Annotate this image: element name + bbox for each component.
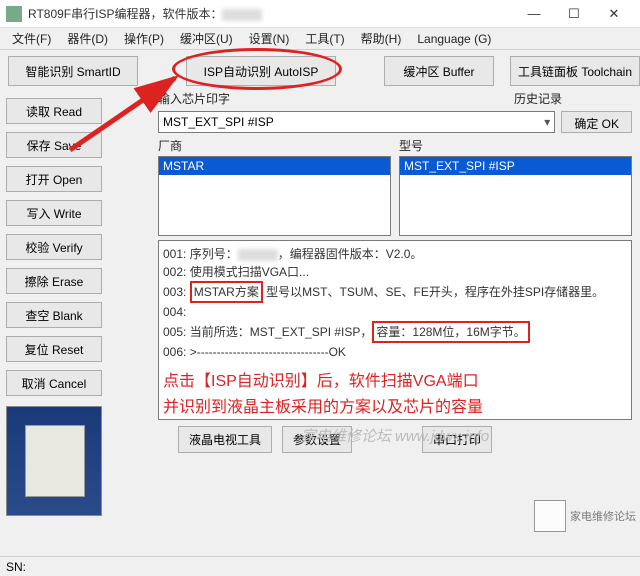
erase-button[interactable]: 擦除 Erase — [6, 268, 102, 294]
model-item[interactable]: MST_EXT_SPI #ISP — [400, 157, 631, 175]
model-label: 型号 — [399, 137, 632, 154]
qr-overlay: 家电维修论坛 — [534, 500, 636, 532]
toolchain-button[interactable]: 工具链面板 Toolchain — [510, 56, 640, 86]
smartid-button[interactable]: 智能识别 SmartID — [8, 56, 138, 86]
menu-settings[interactable]: 设置(N) — [241, 28, 298, 49]
window-title: RT809F串行ISP编程器，软件版本： — [28, 5, 514, 22]
reset-button[interactable]: 复位 Reset — [6, 336, 102, 362]
highlight-capacity: 容量：128M位，16M字节。 — [372, 321, 529, 343]
vendor-listbox[interactable]: MSTAR — [158, 156, 391, 236]
qr-icon — [534, 500, 566, 532]
open-button[interactable]: 打开 Open — [6, 166, 102, 192]
cancel-button[interactable]: 取消 Cancel — [6, 370, 102, 396]
log-area[interactable]: 001: 序列号：，编程器固件版本：V2.0。 002: 使用模式扫描VGA口.… — [158, 240, 632, 420]
statusbar: SN: — [0, 556, 640, 576]
vendor-label: 厂商 — [158, 137, 391, 154]
vendor-item[interactable]: MSTAR — [159, 157, 390, 175]
menu-device[interactable]: 器件(D) — [59, 28, 116, 49]
chip-input-label: 输入芯片印字 — [158, 90, 230, 107]
close-button[interactable]: ✕ — [594, 0, 634, 28]
annotation-text: 点击【ISP自动识别】后，软件扫描VGA端口 并识别到液晶主板采用的方案以及芯片… — [163, 369, 627, 420]
menu-file[interactable]: 文件(F) — [4, 28, 59, 49]
app-icon — [6, 6, 22, 22]
menubar: 文件(F) 器件(D) 操作(P) 缓冲区(U) 设置(N) 工具(T) 帮助(… — [0, 28, 640, 50]
write-button[interactable]: 写入 Write — [6, 200, 102, 226]
menu-tools[interactable]: 工具(T) — [297, 28, 352, 49]
watermark: 家电维修论坛 www.jdwx.info — [163, 426, 627, 449]
chip-combo[interactable]: MST_EXT_SPI #ISP — [158, 111, 555, 133]
read-button[interactable]: 读取 Read — [6, 98, 102, 124]
model-listbox[interactable]: MST_EXT_SPI #ISP — [399, 156, 632, 236]
menu-buffer[interactable]: 缓冲区(U) — [172, 28, 241, 49]
menu-help[interactable]: 帮助(H) — [353, 28, 410, 49]
device-photo — [6, 406, 102, 516]
autoisp-button[interactable]: ISP自动识别 AutoISP — [186, 56, 336, 86]
minimize-button[interactable]: — — [514, 0, 554, 28]
menu-language[interactable]: Language (G) — [409, 30, 499, 48]
maximize-button[interactable]: ☐ — [554, 0, 594, 28]
status-sn: SN: — [6, 560, 26, 574]
history-label: 历史记录 — [514, 90, 562, 107]
titlebar: RT809F串行ISP编程器，软件版本： — ☐ ✕ — [0, 0, 640, 28]
highlight-vendor: MSTAR方案 — [190, 281, 263, 303]
ok-button[interactable]: 确定 OK — [561, 111, 632, 133]
verify-button[interactable]: 校验 Verify — [6, 234, 102, 260]
menu-operate[interactable]: 操作(P) — [116, 28, 172, 49]
buffer-button[interactable]: 缓冲区 Buffer — [384, 56, 494, 86]
blank-button[interactable]: 查空 Blank — [6, 302, 102, 328]
save-button[interactable]: 保存 Save — [6, 132, 102, 158]
